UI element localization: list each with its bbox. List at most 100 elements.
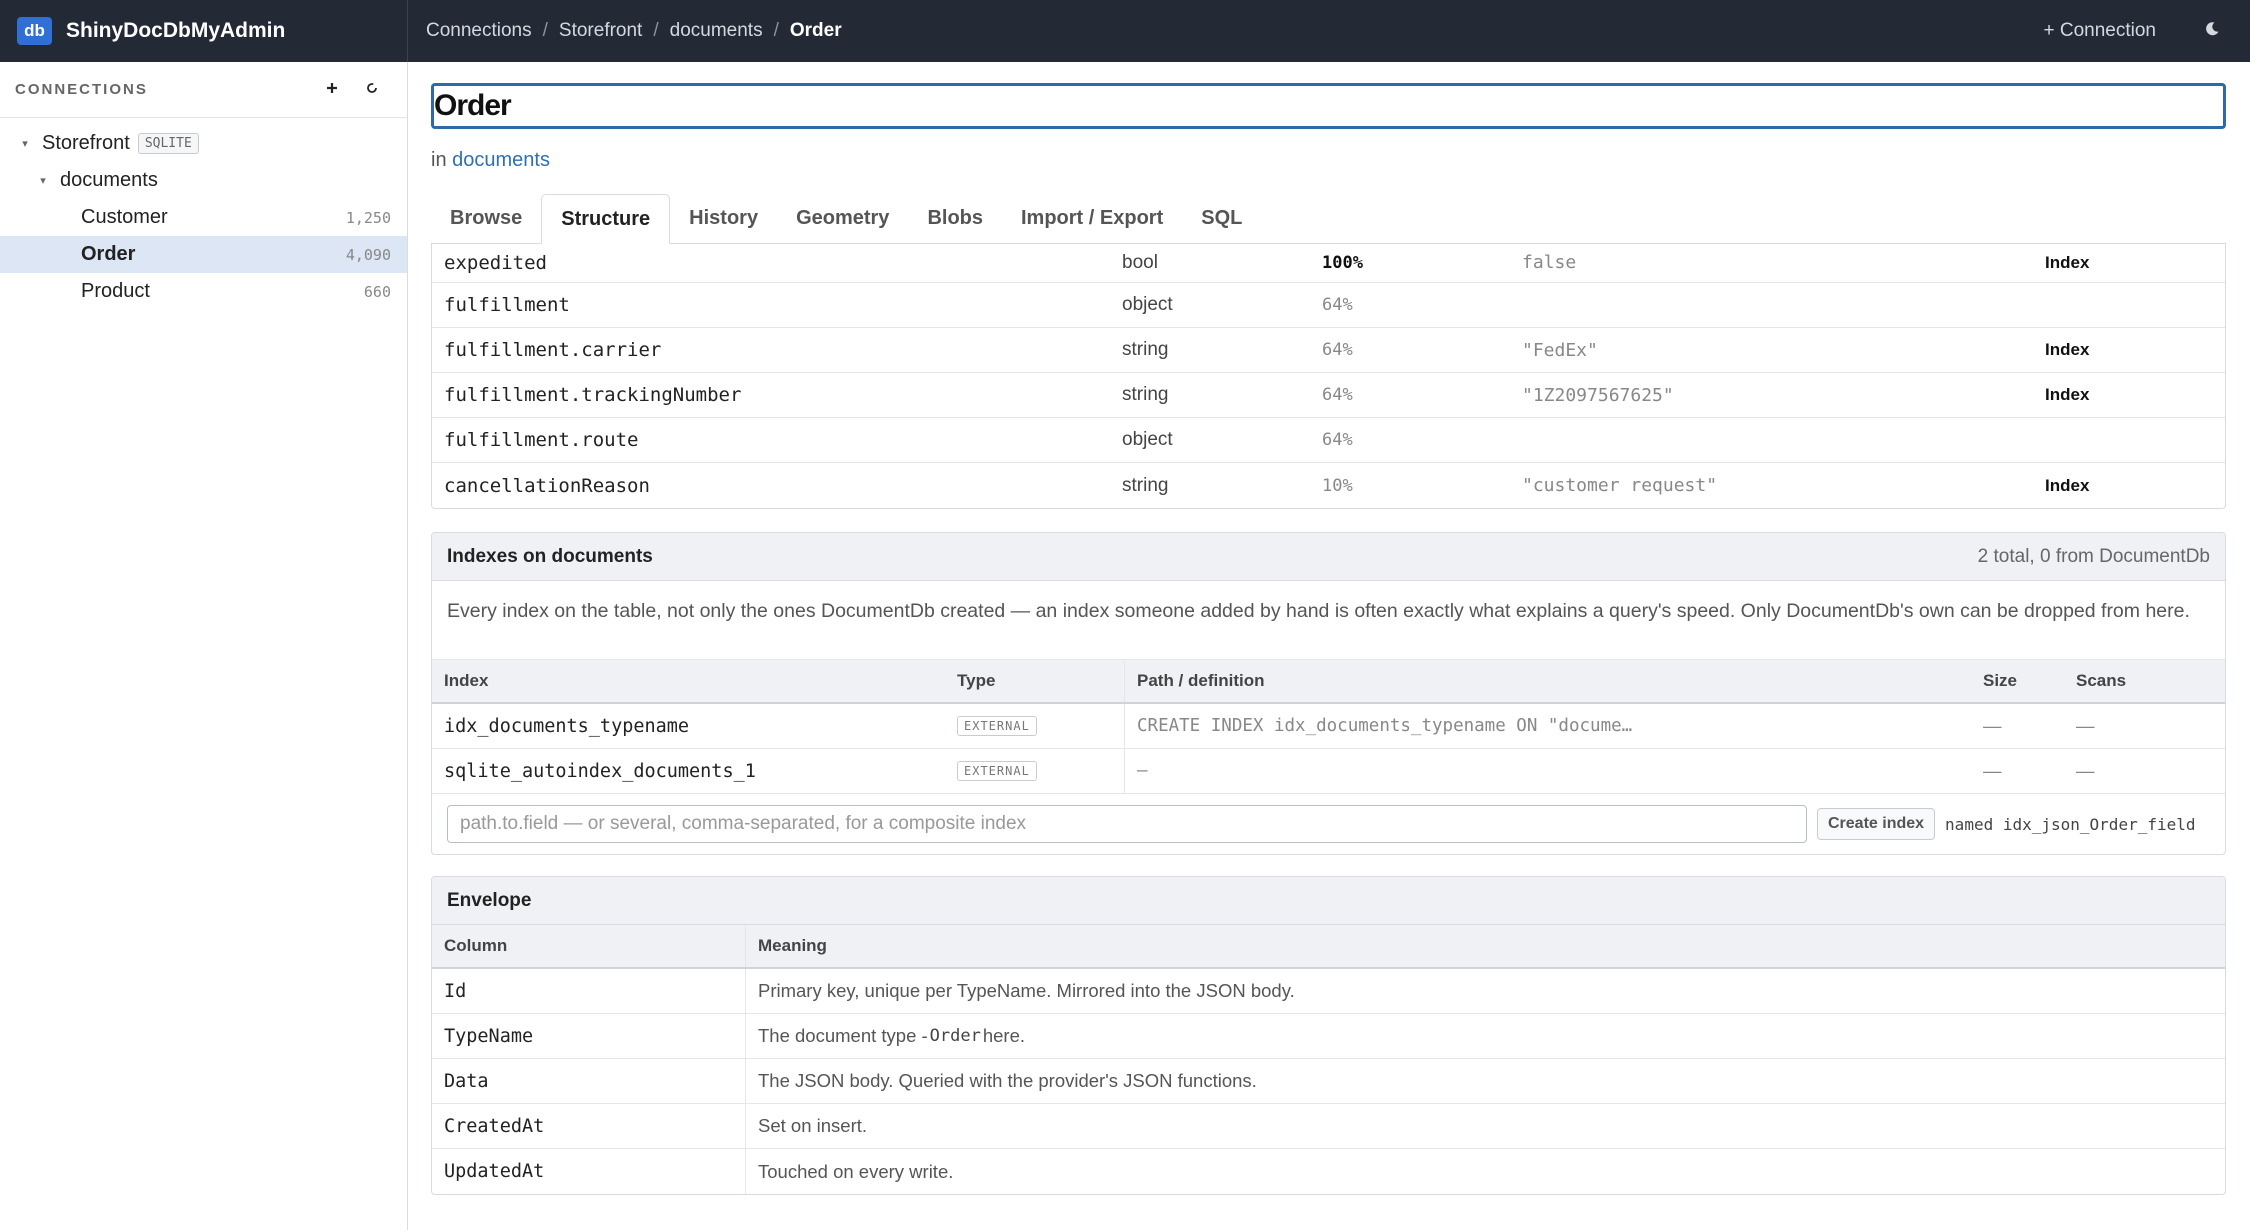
field-path: fulfillment.carrier [444, 339, 662, 361]
envelope-row: Data The JSON body. Queried with the pro… [432, 1059, 2225, 1104]
field-coverage: 64% [1322, 385, 1353, 405]
create-index-button[interactable]: Create index [1817, 808, 1936, 840]
tree-type-product[interactable]: Product 660 [0, 273, 407, 310]
breadcrumb-storefront[interactable]: Storefront [559, 20, 642, 42]
sidebar-header: CONNECTIONS [0, 62, 407, 118]
connection-type-badge: SQLITE [137, 133, 199, 154]
index-name: idx_documents_typename [444, 715, 690, 737]
table-name: documents [60, 169, 158, 191]
field-path: fulfillment [444, 294, 570, 316]
fields-table: expedited bool 100% false Index fulfillm… [431, 243, 2226, 509]
field-row: expedited bool 100% false Index [432, 243, 2225, 283]
breadcrumb-connections[interactable]: Connections [426, 20, 532, 42]
parent-table-line: in documents [431, 149, 2226, 172]
col-type: Type [957, 671, 996, 690]
refresh-icon[interactable] [352, 79, 392, 100]
index-field-button[interactable]: Index [2045, 476, 2225, 496]
field-coverage: 64% [1322, 295, 1353, 315]
parent-table-link[interactable]: documents [452, 149, 550, 171]
tree-type-order[interactable]: Order 4,090 [0, 236, 407, 273]
col-size: Size [1983, 671, 2018, 690]
col-index: Index [444, 671, 489, 690]
indexes-title: Indexes on documents [447, 545, 653, 567]
brand[interactable]: db ShinyDocDbMyAdmin [0, 0, 408, 62]
field-row: cancellationReason string 10% "customer … [432, 463, 2225, 508]
index-size: — [1983, 715, 2002, 736]
envelope-meaning: The JSON body. Queried with the provider… [745, 1059, 2225, 1103]
col-scans: Scans [2076, 671, 2127, 690]
field-path: expedited [444, 251, 547, 274]
sidebar-title: CONNECTIONS [15, 81, 148, 98]
app-logo: db [17, 17, 52, 45]
envelope-header: Envelope [432, 877, 2225, 925]
envelope-column: CreatedAt [444, 1115, 545, 1137]
type-name: Order [81, 243, 136, 265]
envelope-meaning: The document type - Order here. [745, 1014, 2225, 1058]
index-definition: CREATE INDEX idx_documents_typename ON "… [1124, 704, 1983, 748]
envelope-panel: Envelope Column Meaning Id Primary key, … [431, 876, 2226, 1195]
type-name: Product [81, 280, 150, 302]
field-sample: "1Z2097567625" [1522, 384, 1674, 406]
field-type: string [1122, 384, 1169, 405]
field-type: object [1122, 429, 1173, 450]
tab-geometry[interactable]: Geometry [777, 194, 908, 243]
envelope-column: Id [444, 980, 467, 1002]
top-bar: db ShinyDocDbMyAdmin Connections / Store… [0, 0, 2250, 62]
meaning-code: Order [929, 1026, 981, 1046]
index-row: sqlite_autoindex_documents_1 EXTERNAL — … [432, 749, 2225, 794]
tab-blobs[interactable]: Blobs [908, 194, 1002, 243]
breadcrumb-separator: / [773, 20, 779, 41]
tree-connection-storefront[interactable]: ▾ Storefront SQLITE [0, 125, 407, 162]
field-type: bool [1122, 251, 1158, 273]
index-row: idx_documents_typename EXTERNAL CREATE I… [432, 704, 2225, 749]
index-path-input[interactable]: path.to.field — or several, comma-separa… [447, 805, 1807, 843]
tree-type-customer[interactable]: Customer 1,250 [0, 199, 407, 236]
envelope-row: UpdatedAt Touched on every write. [432, 1149, 2225, 1194]
expand-toggle-icon[interactable]: ▾ [36, 174, 50, 187]
breadcrumb-documents[interactable]: documents [670, 20, 763, 42]
col-path: Path / definition [1124, 660, 1983, 702]
tab-import-export[interactable]: Import / Export [1002, 194, 1182, 243]
index-type-badge: EXTERNAL [957, 716, 1037, 736]
index-field-button[interactable]: Index [2045, 385, 2225, 405]
field-sample: false [1522, 252, 1577, 273]
index-type-badge: EXTERNAL [957, 761, 1037, 781]
field-path: fulfillment.route [444, 429, 639, 451]
index-scans: — [2076, 715, 2095, 736]
connection-name: Storefront [42, 132, 130, 154]
add-connection-button[interactable]: + Connection [2044, 20, 2157, 42]
field-row: fulfillment object 64% [432, 283, 2225, 328]
expand-toggle-icon[interactable]: ▾ [18, 137, 32, 150]
plus-icon[interactable] [312, 79, 352, 100]
tree-table-documents[interactable]: ▾ documents [0, 162, 407, 199]
index-scans: — [2076, 760, 2095, 781]
field-type: object [1122, 294, 1173, 315]
type-name: Customer [81, 206, 168, 228]
app-name: ShinyDocDbMyAdmin [66, 19, 286, 42]
field-row: fulfillment.carrier string 64% "FedEx" I… [432, 328, 2225, 373]
moon-icon[interactable] [2204, 21, 2220, 42]
envelope-row: TypeName The document type - Order here. [432, 1014, 2225, 1059]
field-coverage: 100% [1322, 252, 1363, 273]
field-coverage: 64% [1322, 340, 1353, 360]
indexes-panel: Indexes on documents 2 total, 0 from Doc… [431, 532, 2226, 855]
envelope-meaning: Touched on every write. [745, 1149, 2225, 1194]
tab-structure[interactable]: Structure [541, 194, 671, 244]
tab-bar: Browse Structure History Geometry Blobs … [431, 194, 2226, 244]
create-index-row: path.to.field — or several, comma-separa… [432, 794, 2225, 854]
type-count: 1,250 [345, 208, 391, 227]
index-field-button[interactable]: Index [2045, 253, 2225, 273]
main-content: Order in documents Browse Structure Hist… [409, 62, 2250, 1230]
tab-history[interactable]: History [670, 194, 777, 243]
field-coverage: 64% [1322, 430, 1353, 450]
sidebar: CONNECTIONS ▾ Storefront SQLITE ▾ docume… [0, 62, 408, 1230]
tab-browse[interactable]: Browse [431, 194, 541, 243]
type-title-input[interactable]: Order [431, 83, 2226, 129]
tab-sql[interactable]: SQL [1182, 194, 1261, 243]
envelope-title: Envelope [447, 889, 532, 911]
index-field-button[interactable]: Index [2045, 340, 2225, 360]
indexes-header: Indexes on documents 2 total, 0 from Doc… [432, 533, 2225, 581]
envelope-meaning: Set on insert. [745, 1104, 2225, 1148]
index-size: — [1983, 760, 2002, 781]
envelope-column: TypeName [444, 1025, 534, 1047]
